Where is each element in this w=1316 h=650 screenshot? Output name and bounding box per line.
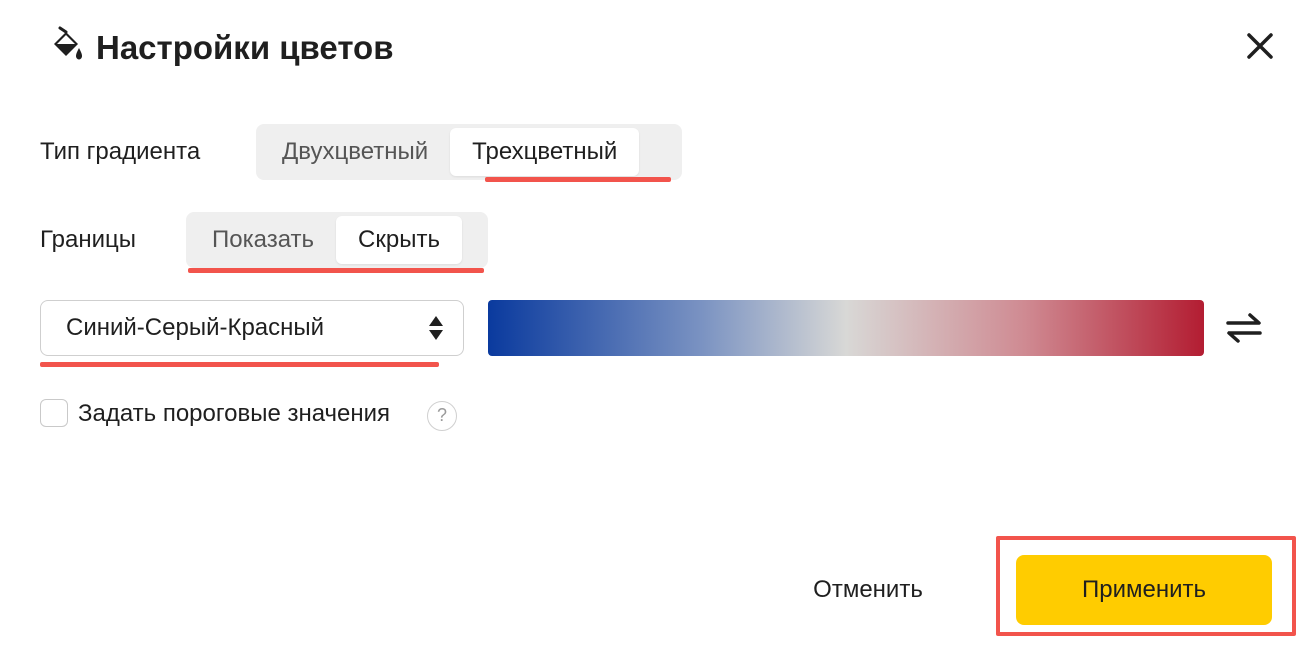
gradient-type-label: Тип градиента <box>40 138 201 165</box>
borders-label: Границы <box>40 226 136 253</box>
gradient-type-segment: Двухцветный Трехцветный <box>256 124 682 180</box>
dialog-title: Настройки цветов <box>96 29 394 66</box>
select-arrows-icon <box>429 316 443 340</box>
thresholds-label[interactable]: Задать пороговые значения <box>78 398 390 430</box>
borders-hide-option[interactable]: Скрыть <box>336 216 462 264</box>
palette-select-value: Синий-Серый-Красный <box>66 314 325 341</box>
borders-segment: Показать Скрыть <box>186 212 488 268</box>
swap-arrows-icon[interactable] <box>1222 308 1266 348</box>
gradient-preview-bar <box>488 300 1204 356</box>
gradient-three-color-option[interactable]: Трехцветный <box>450 128 640 176</box>
paint-bucket-icon <box>54 26 82 60</box>
highlight-underline <box>485 177 671 182</box>
borders-show-option[interactable]: Показать <box>190 216 336 264</box>
help-icon[interactable]: ? <box>427 401 457 431</box>
palette-select[interactable]: Синий-Серый-Красный <box>40 300 464 356</box>
close-icon[interactable] <box>1240 26 1280 66</box>
gradient-two-color-option[interactable]: Двухцветный <box>260 128 450 176</box>
cancel-button[interactable]: Отменить <box>790 562 946 618</box>
highlight-underline <box>188 268 484 273</box>
highlight-underline <box>40 362 439 367</box>
thresholds-checkbox[interactable] <box>40 399 68 427</box>
apply-button[interactable]: Применить <box>1016 555 1272 625</box>
